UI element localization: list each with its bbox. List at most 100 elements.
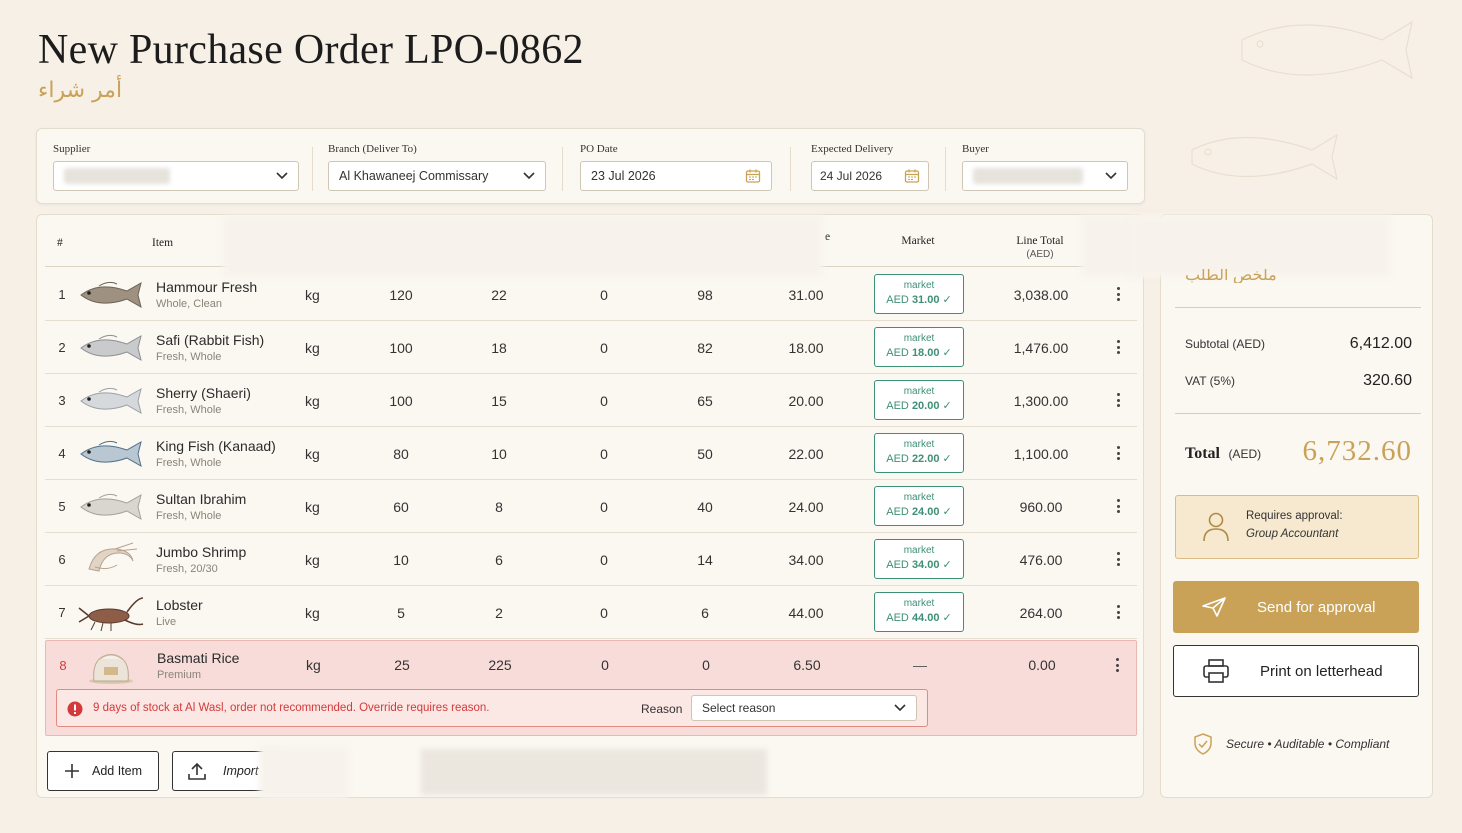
table-row: 3 Sherry (Shaeri) Fresh, Whole kg 100 15…	[45, 374, 1137, 427]
row-menu-icon[interactable]	[1113, 284, 1123, 304]
market-price-badge[interactable]: market AED 44.00 ✓	[874, 592, 964, 632]
row-menu-icon[interactable]	[1113, 337, 1123, 357]
item-description: Premium	[157, 668, 202, 681]
buyer-select[interactable]	[962, 161, 1128, 191]
unit-price-cell: 18.00	[788, 339, 824, 356]
subtotal-label: Subtotal (AED)	[1185, 337, 1266, 351]
unit-price-cell: 22.00	[788, 445, 824, 462]
row-menu-icon[interactable]	[1113, 390, 1123, 410]
approval-notice: Requires approval: Group Accountant	[1175, 495, 1419, 559]
table-row: 6 Jumbo Shrimp Fresh, 20/30 kg 10 6 0 14…	[45, 533, 1137, 586]
row-menu-icon[interactable]	[1113, 602, 1123, 622]
send-for-approval-button[interactable]: Send for approval	[1173, 581, 1419, 633]
summary-heading-arabic: ملخص الطلب	[1185, 269, 1277, 283]
item-cell: Safi (Rabbit Fish) Fresh, Whole	[156, 321, 306, 374]
upload-icon	[188, 762, 206, 780]
check-icon: ✓	[942, 506, 952, 518]
unit-cell: kg	[306, 657, 321, 673]
reason-select[interactable]: Select reason	[691, 695, 917, 721]
item-name: Hammour Fresh	[156, 279, 258, 295]
print-on-letterhead-button[interactable]: Print on letterhead	[1173, 645, 1419, 697]
branch-select[interactable]: Al Khawaneej Commissary	[328, 161, 546, 191]
buyer-value-redacted	[973, 168, 1083, 184]
buyer-label: Buyer	[962, 143, 989, 155]
supplier-select[interactable]	[53, 161, 299, 191]
market-price-badge[interactable]: market AED 20.00 ✓	[874, 380, 964, 420]
stock-warning-banner: 9 days of stock at Al Wasl, order not re…	[56, 689, 928, 727]
stock-cell: 2	[495, 604, 503, 621]
item-name: Jumbo Shrimp	[156, 544, 247, 560]
row-menu-icon[interactable]	[1113, 443, 1123, 463]
market-price-badge[interactable]: market AED 18.00 ✓	[874, 327, 964, 367]
po-date-value: 23 Jul 2026	[591, 169, 656, 183]
market-label: market	[903, 439, 935, 450]
chevron-down-icon	[1105, 172, 1117, 180]
line-total-cell: 960.00	[1019, 498, 1063, 515]
item-description: Fresh, Whole	[156, 510, 222, 522]
item-name: Basmati Rice	[157, 649, 240, 666]
unit-cell: kg	[305, 498, 320, 515]
market-label: market	[903, 280, 935, 291]
unit-price-cell: 6.50	[793, 657, 821, 673]
printer-icon	[1203, 659, 1229, 683]
table-row: 2 Safi (Rabbit Fish) Fresh, Whole kg 100…	[45, 321, 1137, 374]
market-label: market	[903, 386, 935, 397]
line-items-card: # Item e Market Line Total (AED) 1 Hammo…	[36, 214, 1381, 799]
row-menu-icon[interactable]	[1113, 549, 1123, 569]
market-price-badge[interactable]: market AED 24.00 ✓	[874, 486, 964, 526]
chevron-down-icon	[276, 172, 288, 180]
row-number: 8	[59, 657, 67, 673]
unit-price-cell: 34.00	[788, 551, 824, 568]
expected-delivery-input[interactable]: 24 Jul 2026	[811, 161, 929, 191]
item-description: Live	[156, 616, 177, 628]
item-description: Fresh, Whole	[156, 457, 222, 469]
table-row: 4 King Fish (Kanaad) Fresh, Whole kg 80 …	[45, 427, 1137, 480]
subtotal-value: 6,412.00	[1349, 335, 1412, 352]
row-menu-icon[interactable]	[1112, 655, 1122, 675]
col-header-partial: e	[825, 231, 831, 243]
check-icon: ✓	[942, 347, 952, 359]
item-description: Whole, Clean	[156, 298, 223, 310]
item-cell: Sherry (Shaeri) Fresh, Whole	[156, 374, 306, 427]
item-cell: Hammour Fresh Whole, Clean	[156, 268, 306, 321]
stock-cell: 15	[491, 392, 507, 409]
item-description: Fresh, Whole	[156, 351, 222, 363]
redacted-area	[421, 749, 767, 795]
supplier-field: Supplier	[53, 143, 299, 191]
row-number: 1	[58, 287, 66, 302]
stock-cell: 18	[491, 339, 507, 356]
order-qty-cell: 40	[697, 498, 713, 515]
item-name: Safi (Rabbit Fish)	[156, 332, 265, 348]
market-price-badge[interactable]: market AED 22.00 ✓	[874, 433, 964, 473]
row-menu-icon[interactable]	[1113, 496, 1123, 516]
order-qty-cell: 65	[697, 392, 713, 409]
order-summary-panel: ملخص الطلب Subtotal (AED) 6,412.00 VAT (…	[1131, 214, 1433, 798]
qty-cell: 120	[389, 286, 413, 303]
secure-tagline: Secure • Auditable • Compliant	[1226, 737, 1390, 751]
po-header-form: Supplier Branch (Deliver To) Al Khawanee…	[36, 128, 1145, 204]
calendar-icon[interactable]	[904, 168, 920, 184]
in-transit-cell: 0	[600, 604, 608, 621]
order-qty-cell: 14	[697, 551, 713, 568]
in-transit-cell: 0	[601, 657, 609, 673]
branch-field: Branch (Deliver To) Al Khawaneej Commiss…	[328, 143, 546, 191]
item-name: King Fish (Kanaad)	[156, 438, 276, 454]
qty-cell: 5	[397, 604, 405, 621]
market-price: AED 24.00 ✓	[886, 506, 952, 518]
item-cell: Jumbo Shrimp Fresh, 20/30	[156, 533, 306, 586]
qty-cell: 60	[393, 498, 409, 515]
unit-price-cell: 44.00	[788, 604, 824, 621]
market-price: AED 22.00 ✓	[886, 453, 952, 465]
add-item-button[interactable]: Add Item	[47, 751, 159, 791]
in-transit-cell: 0	[600, 286, 608, 303]
calendar-icon[interactable]	[745, 168, 761, 184]
in-transit-cell: 0	[600, 339, 608, 356]
market-price: AED 20.00 ✓	[886, 400, 952, 412]
approval-title: Requires approval:	[1246, 510, 1343, 522]
unit-cell: kg	[305, 551, 320, 568]
stock-cell: 6	[495, 551, 503, 568]
po-date-input[interactable]: 23 Jul 2026	[580, 161, 772, 191]
reason-select-value: Select reason	[702, 701, 776, 715]
market-price-badge[interactable]: market AED 34.00 ✓	[874, 539, 964, 579]
market-price-badge[interactable]: market AED 31.00 ✓	[874, 274, 964, 314]
